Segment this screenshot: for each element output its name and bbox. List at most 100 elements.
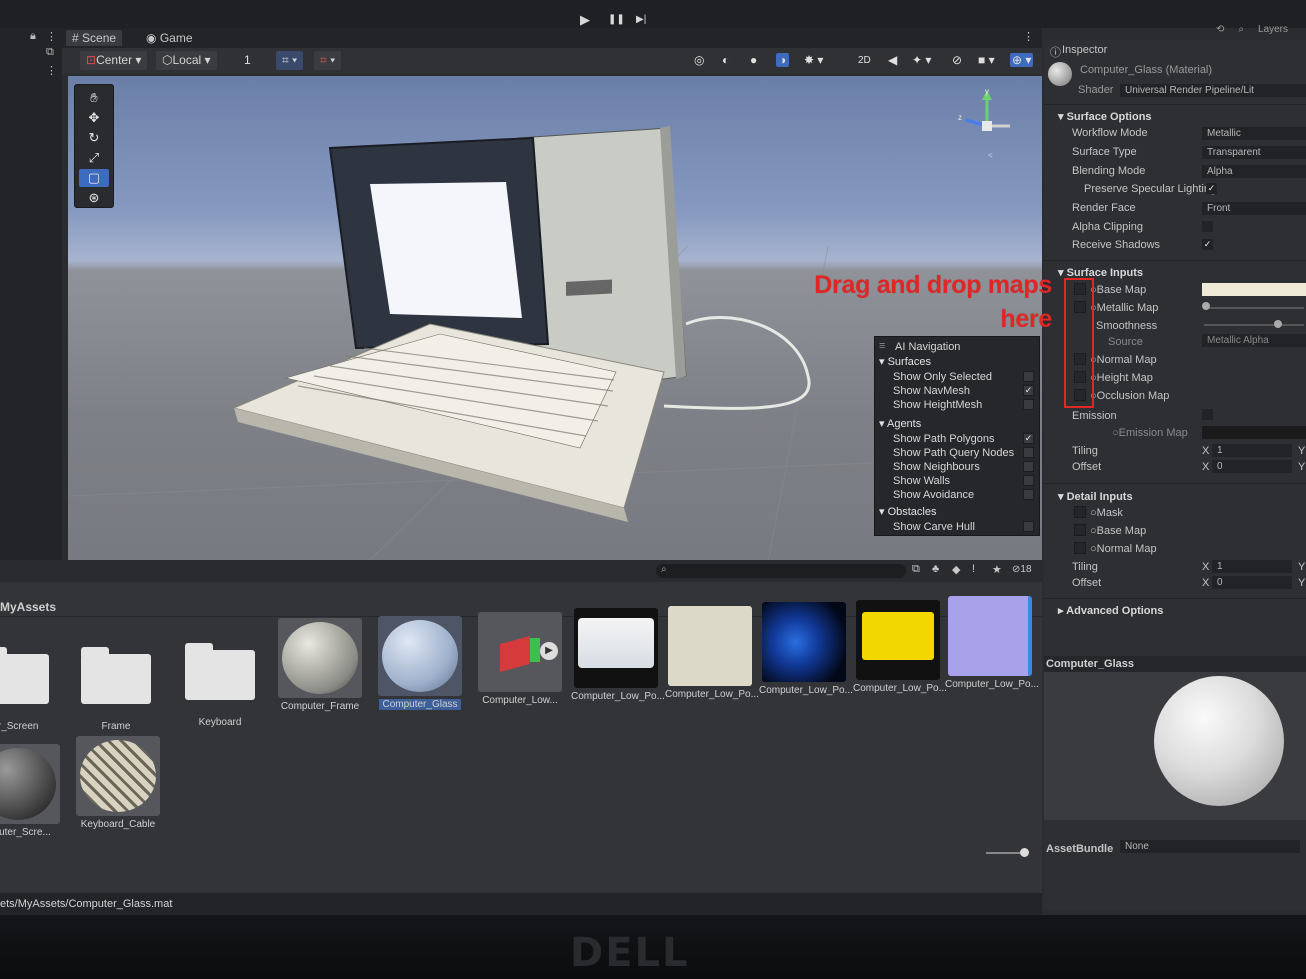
shading-icon[interactable]: ◐: [722, 53, 729, 67]
asset-folder[interactable]: Keyboard: [172, 634, 268, 728]
metallic-slider[interactable]: [1204, 307, 1304, 309]
scale-tool-icon[interactable]: ⤢: [79, 149, 109, 167]
snap-toggle[interactable]: ⌗ ▾: [314, 51, 342, 70]
receive-shadows-checkbox[interactable]: ✓: [1202, 239, 1213, 250]
show-carve-hull-checkbox[interactable]: [1023, 521, 1034, 532]
assetbundle-dropdown[interactable]: None: [1120, 840, 1300, 853]
metallic-slider-handle[interactable]: [1202, 302, 1210, 310]
material-preview[interactable]: [1044, 672, 1306, 820]
show-path-polygons-checkbox[interactable]: ✓: [1023, 433, 1034, 444]
rotate-tool-icon[interactable]: ↻: [79, 129, 109, 147]
more-icon[interactable]: ⋮: [46, 64, 57, 77]
show-walls-checkbox[interactable]: [1023, 475, 1034, 486]
tab-game[interactable]: ◉ Game: [140, 30, 199, 46]
pause-button[interactable]: ❚❚: [608, 14, 625, 25]
grid-toggle[interactable]: ⌗ ▾: [276, 51, 304, 70]
favorite-icon[interactable]: ★: [992, 563, 1002, 576]
history-icon[interactable]: ⟲: [1216, 24, 1224, 35]
filter-icon[interactable]: ⧉: [912, 563, 920, 576]
pivot-dropdown[interactable]: ⊡Center ▾: [80, 51, 148, 70]
rect-tool-icon[interactable]: ▢: [79, 169, 109, 187]
asset-texture[interactable]: Computer_Low_Po...: [662, 606, 759, 700]
render-face-dropdown[interactable]: Front: [1202, 202, 1306, 215]
show-neighbours-checkbox[interactable]: [1023, 461, 1034, 472]
workflow-mode-dropdown[interactable]: Metallic: [1202, 127, 1306, 140]
transform-tool-icon[interactable]: ⊛: [79, 189, 109, 207]
orientation-gizmo[interactable]: y z <: [952, 86, 1022, 166]
alpha-clipping-checkbox[interactable]: [1202, 221, 1213, 232]
detail-tiling-x-field[interactable]: 1: [1212, 560, 1292, 573]
show-navmesh-checkbox[interactable]: ✓: [1023, 385, 1034, 396]
base-map-color[interactable]: [1202, 283, 1306, 296]
show-avoidance-checkbox[interactable]: [1023, 489, 1034, 500]
project-search-input[interactable]: ⌕: [656, 564, 906, 578]
hand-tool-icon[interactable]: ✋︎: [79, 89, 109, 107]
label-filter-icon[interactable]: ◆: [952, 563, 960, 576]
warning-icon[interactable]: !: [972, 563, 975, 575]
drag-handle-icon[interactable]: ≡: [879, 340, 885, 352]
lock-icon[interactable]: 🔒︎: [30, 30, 36, 43]
gamepad-icon: ◉: [146, 31, 157, 45]
grid-snap-value[interactable]: 1: [244, 53, 251, 67]
preserve-specular-checkbox[interactable]: ✓: [1206, 183, 1217, 194]
asset-material[interactable]: mputer_Scre...: [0, 744, 66, 838]
source-dropdown[interactable]: Metallic Alpha: [1202, 334, 1306, 347]
zoom-slider-handle[interactable]: [1020, 848, 1029, 857]
asset-folder[interactable]: Frame: [68, 638, 164, 732]
detail-base-map-slot[interactable]: [1074, 524, 1086, 536]
sphere-icon[interactable]: ●: [750, 53, 757, 67]
play-preview-icon[interactable]: ▶: [540, 642, 558, 660]
show-only-selected-checkbox[interactable]: [1023, 371, 1034, 382]
asset-material[interactable]: Keyboard_Cable: [70, 736, 166, 830]
detail-offset-x-field[interactable]: 0: [1212, 576, 1292, 589]
search-icon[interactable]: ⌕: [1238, 24, 1244, 35]
lighting-icon[interactable]: ✸ ▾: [804, 53, 823, 67]
tiling-x-field[interactable]: 1: [1212, 444, 1292, 457]
detail-normal-map-slot[interactable]: [1074, 542, 1086, 554]
blending-mode-dropdown[interactable]: Alpha: [1202, 165, 1306, 178]
hidden-objects-icon[interactable]: ⊘: [952, 53, 962, 67]
surface-type-dropdown[interactable]: Transparent: [1202, 146, 1306, 159]
offset-x-field[interactable]: 0: [1212, 460, 1292, 473]
camera-icon[interactable]: ■ ▾: [978, 53, 995, 67]
hidden-count[interactable]: ⊘18: [1012, 564, 1032, 575]
smoothness-slider-handle[interactable]: [1274, 320, 1282, 328]
pin-icon[interactable]: ⧉: [46, 46, 54, 59]
advanced-options-header[interactable]: ▸ Advanced Options: [1058, 604, 1163, 617]
effects-icon[interactable]: ✦ ▾: [912, 53, 931, 67]
asset-texture[interactable]: Computer_Low_Po...: [850, 600, 947, 694]
asset-material-selected[interactable]: Computer_Glass: [372, 616, 468, 710]
audio-icon[interactable]: ◀︎: [888, 53, 897, 67]
smoothness-slider[interactable]: [1204, 324, 1304, 326]
asset-texture[interactable]: Computer_Low_Po...: [568, 608, 665, 702]
gizmos-icon[interactable]: ⊕ ▾: [1010, 53, 1034, 67]
tab-scene[interactable]: # Scene: [66, 30, 123, 46]
surface-options-header[interactable]: ▾ Surface Options: [1058, 110, 1152, 123]
more-icon[interactable]: ⋮: [1023, 30, 1034, 43]
emission-checkbox[interactable]: [1202, 409, 1213, 420]
asset-texture[interactable]: Computer_Low_Po...: [942, 596, 1039, 690]
type-filter-icon[interactable]: ♣: [932, 563, 939, 575]
step-button[interactable]: ▶|: [636, 14, 646, 25]
more-icon[interactable]: ⋮: [46, 30, 57, 43]
agents-section[interactable]: ▾ Agents: [879, 417, 921, 430]
space-dropdown[interactable]: ⬡Local ▾: [156, 51, 217, 70]
play-button[interactable]: ▶: [580, 12, 590, 28]
asset-material[interactable]: Computer_Frame: [272, 618, 368, 712]
detail-inputs-header[interactable]: ▾ Detail Inputs: [1058, 490, 1133, 503]
shader-dropdown[interactable]: Universal Render Pipeline/Lit: [1120, 84, 1306, 97]
surfaces-section[interactable]: ▾ Surfaces: [879, 355, 931, 368]
emission-color[interactable]: [1202, 426, 1306, 439]
asset-folder[interactable]: ter_Screen: [0, 638, 62, 732]
mask-slot[interactable]: [1074, 506, 1086, 518]
move-tool-icon[interactable]: ✥: [79, 109, 109, 127]
globe-icon[interactable]: ◎: [694, 53, 704, 67]
mode-2d-toggle[interactable]: 2D: [858, 55, 871, 66]
obstacles-section[interactable]: ▾ Obstacles: [879, 505, 937, 518]
layers-dropdown[interactable]: Layers: [1258, 24, 1288, 35]
asset-texture[interactable]: Computer_Low_Po...: [756, 602, 853, 696]
show-heightmesh-checkbox[interactable]: [1023, 399, 1034, 410]
asset-prefab[interactable]: ▶ Computer_Low...: [472, 612, 568, 706]
show-path-query-nodes-checkbox[interactable]: [1023, 447, 1034, 458]
draw-mode-icon[interactable]: ◑: [776, 53, 790, 67]
